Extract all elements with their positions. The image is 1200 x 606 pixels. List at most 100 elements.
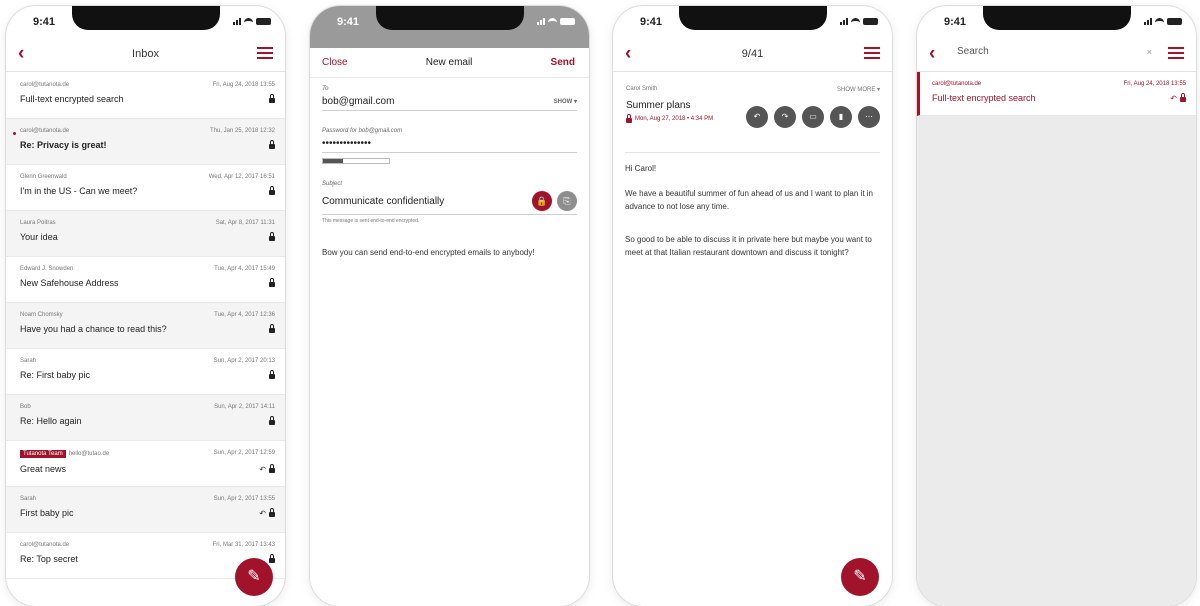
list-item[interactable]: Tutanota Team hello@tutao.de Sun, Apr 2, 2…: [6, 441, 285, 487]
date: Sun, Apr 2, 2017 13:55: [213, 496, 275, 502]
result-date: Fri, Aug 24, 2018 13:55: [1123, 81, 1186, 87]
result-subject: Full-text encrypted search: [932, 93, 1036, 103]
subject: Full-text encrypted search: [20, 94, 124, 104]
reply-small-icon: ↶: [259, 508, 266, 518]
password-input[interactable]: ••••••••••••••: [322, 138, 577, 153]
date: Wed, Apr 12, 2017 16:51: [208, 174, 275, 180]
trash-icon[interactable]: ▮: [830, 106, 852, 128]
status-icons: [233, 18, 271, 25]
to-label: To: [322, 86, 329, 92]
close-button[interactable]: Close: [322, 57, 348, 68]
compose-screen: 9:41 Close New email Send To bob@gmail.c…: [310, 6, 589, 606]
subject: New Safehouse Address: [20, 278, 119, 288]
chevron-left-icon[interactable]: ‹: [625, 44, 631, 63]
search-result[interactable]: carol@tutanota.de Fri, Aug 24, 2018 13:5…: [917, 72, 1196, 116]
lock-icon: [269, 324, 275, 333]
show-more-button[interactable]: SHOW MORE ▾: [837, 86, 880, 93]
send-button[interactable]: Send: [551, 57, 575, 68]
reply-icon[interactable]: ↶: [746, 106, 768, 128]
sender: Sarah: [20, 496, 37, 502]
notch: [679, 6, 827, 30]
sender: carol@tutanota.de: [20, 82, 70, 88]
show-button[interactable]: SHOW ▾: [554, 98, 577, 105]
subject-field: Subject Communicate confidentially 🔒 ⎘ Th…: [322, 181, 577, 224]
message-actions: ↶ ↷ ▭ ▮ ⋯: [746, 106, 880, 128]
wifi-icon: [548, 18, 557, 25]
lock-icon: [269, 94, 275, 103]
password-field: Password for bob@gmail.com •••••••••••••…: [322, 128, 577, 164]
password-value: ••••••••••••••: [322, 138, 372, 149]
sender: carol@tutanota.de: [20, 542, 70, 548]
sender: carol@tutanota.de: [20, 128, 70, 134]
battery-icon: [560, 18, 575, 25]
sender: hello@tutao.de: [68, 451, 110, 457]
list-item[interactable]: Glenn Greenwald Wed, Apr 12, 2017 16:51 I'…: [6, 165, 285, 211]
notch: [983, 6, 1131, 30]
password-label: Password for bob@gmail.com: [322, 128, 403, 134]
date: Sun, Apr 2, 2017 12:59: [213, 450, 275, 456]
compose-fab[interactable]: ✎: [235, 558, 273, 596]
inbox-header: ‹ Inbox: [6, 36, 285, 72]
subject: Have you had a chance to read this?: [20, 324, 167, 334]
compose-title: New email: [425, 57, 473, 68]
date: Fri, Aug 24, 2018 13:55: [212, 82, 275, 88]
status-time: 9:41: [33, 16, 56, 28]
subject: Re: Top secret: [20, 554, 78, 564]
battery-icon: [256, 18, 271, 25]
subject: Re: Privacy is great!: [20, 140, 107, 150]
list-item[interactable]: Bob Sun, Apr 2, 2017 14:11 Re: Hello again: [6, 395, 285, 441]
subject: I'm in the US - Can we meet?: [20, 186, 138, 196]
chevron-left-icon[interactable]: ‹: [929, 44, 935, 63]
sender-tag: Tutanota Team: [20, 450, 66, 458]
signal-icon: [840, 18, 848, 25]
lock-icon: [269, 416, 275, 425]
unread-dot: [13, 132, 16, 135]
list-item[interactable]: carol@tutanota.de Fri, Aug 24, 2018 13:55…: [6, 73, 285, 119]
subject: First baby pic: [20, 508, 74, 518]
attachment-icon[interactable]: ⎘: [557, 191, 577, 211]
chevron-left-icon[interactable]: ‹: [18, 44, 24, 63]
lock-icon: [269, 370, 275, 379]
list-item[interactable]: Noam Chomsky Tue, Apr 4, 2017 12:36 Have y…: [6, 303, 285, 349]
message-date: Mon, Aug 27, 2018 • 4:34 PM: [635, 115, 714, 122]
archive-icon[interactable]: ▭: [802, 106, 824, 128]
reader-screen: 9:41 ‹ 9/41 Carol Smith SHOW MORE ▾ Summ…: [613, 6, 892, 606]
signal-icon: [537, 18, 545, 25]
message-greeting: Hi Carol!: [625, 164, 657, 173]
list-item[interactable]: carol@tutanota.de Thu, Jan 25, 2018 12:32…: [6, 119, 285, 165]
subject-value: Communicate confidentially: [322, 195, 445, 207]
lock-icon: [269, 554, 275, 563]
compose-header: Close New email Send: [310, 48, 589, 78]
subject: Re: First baby pic: [20, 370, 91, 380]
list-item[interactable]: Sarah Sun, Apr 2, 2017 20:13 Re: First bab…: [6, 349, 285, 395]
lock-icon: [269, 278, 275, 287]
to-input[interactable]: bob@gmail.com SHOW ▾: [322, 96, 577, 111]
message-paragraph-1: We have a beautiful summer of fun ahead …: [625, 189, 874, 211]
message-counter: 9/41: [741, 47, 764, 60]
search-input[interactable]: Search: [957, 46, 989, 57]
encryption-note: This message is sent end-to-end encrypte…: [322, 218, 420, 224]
date: Sun, Apr 2, 2017 14:11: [214, 404, 275, 410]
hamburger-icon[interactable]: [864, 47, 880, 62]
subject: Re: Hello again: [20, 416, 82, 426]
more-icon[interactable]: ⋯: [858, 106, 880, 128]
subject-input[interactable]: Communicate confidentially 🔒 ⎘: [322, 191, 577, 215]
list-item[interactable]: Laura Poitras Sat, Apr 8, 2017 11:31 Your …: [6, 211, 285, 257]
hamburger-icon[interactable]: [257, 47, 273, 62]
forward-icon[interactable]: ↷: [774, 106, 796, 128]
clear-icon[interactable]: ×: [1147, 47, 1152, 57]
list-item[interactable]: Edward J. Snowden Tue, Apr 4, 2017 15:49 N…: [6, 257, 285, 303]
sender: Bob: [20, 404, 31, 410]
lock-icon: [269, 186, 275, 195]
divider: [625, 152, 880, 153]
lock-toggle-icon[interactable]: 🔒: [532, 191, 552, 211]
list-item[interactable]: Sarah Sun, Apr 2, 2017 13:55 First baby pi…: [6, 487, 285, 533]
result-sender: carol@tutanota.de: [932, 81, 982, 87]
message-body[interactable]: Bow you can send end-to-end encrypted em…: [322, 246, 577, 259]
date: Sun, Apr 2, 2017 20:13: [213, 358, 275, 364]
hamburger-icon[interactable]: [1168, 47, 1184, 62]
search-screen: 9:41 ‹ Search × carol@tutanota.de Fri, A…: [917, 6, 1196, 606]
message-paragraph-2: So good to be able to discuss it in priv…: [625, 235, 872, 257]
compose-fab[interactable]: ✎: [841, 558, 879, 596]
status-time: 9:41: [944, 16, 967, 28]
